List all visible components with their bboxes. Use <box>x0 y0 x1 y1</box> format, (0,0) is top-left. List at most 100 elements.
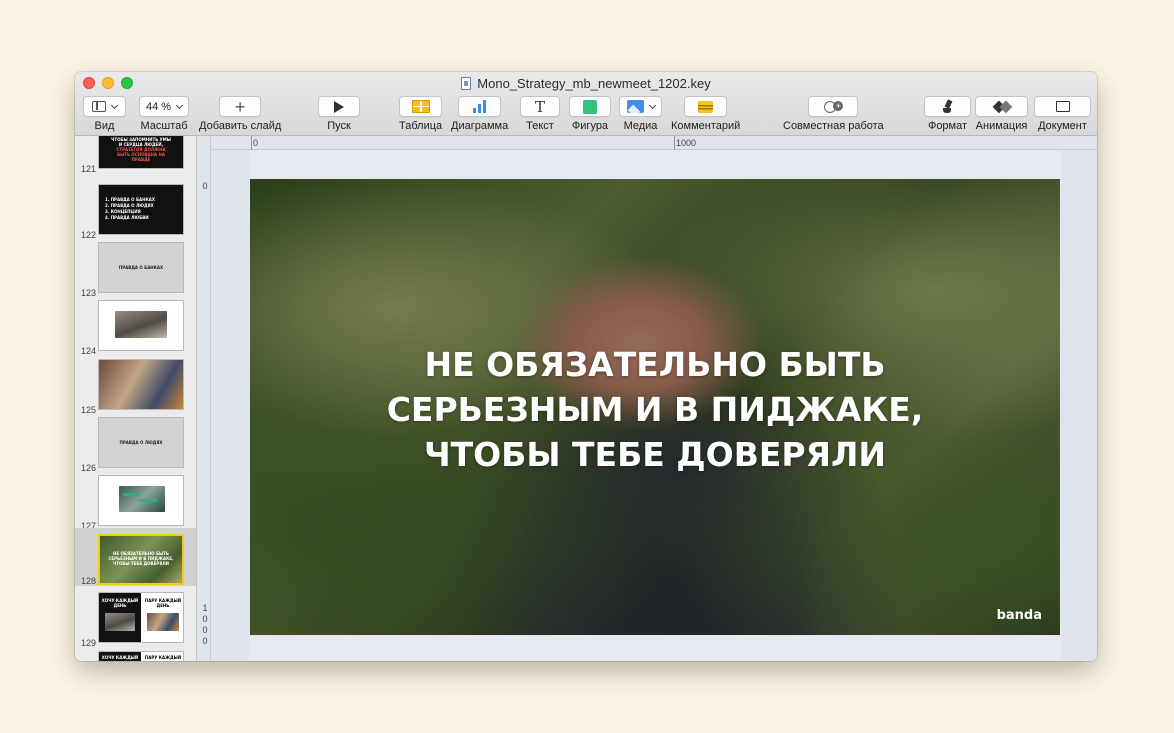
headline-line-3: ЧТОБЫ ТЕБЕ ДОВЕРЯЛИ <box>423 435 887 474</box>
window-title: Mono_Strategy_mb_newmeet_1202.key <box>75 76 1097 91</box>
add-slide-label: Добавить слайд <box>199 120 282 132</box>
format-label: Формат <box>927 120 968 132</box>
zoom-select[interactable]: 44 % <box>139 96 189 117</box>
slide-thumbnail-row[interactable]: 1. ПРАВДА О БАНКАХ 2. ПРАВДА О ЛЮДЯХ 3. … <box>75 184 196 242</box>
slide-thumbnail-128[interactable]: НЕ ОБЯЗАТЕЛЬНО БЫТЬ СЕРЬЕЗНЫМ И В ПИДЖАК… <box>98 534 184 585</box>
document-icon <box>1055 101 1070 112</box>
animate-control: Анимация <box>975 96 1028 132</box>
slide-thumbnail-row-selected[interactable]: НЕ ОБЯЗАТЕЛЬНО БЫТЬ СЕРЬЕЗНЫМ И В ПИДЖАК… <box>75 528 196 586</box>
thumb-text: ХОЧУ КАЖДЫЙ <box>101 655 139 660</box>
text-button[interactable]: T <box>520 96 560 117</box>
slide-thumbnail-129[interactable]: ХОЧУ КАЖДЫЙ ДЕНЬ ПАРУ КАЖДЫЙ ДЕНЬ <box>98 592 184 643</box>
slide-thumbnail-121[interactable]: ЧТОБЫ ЗАПОМНИТЬ УМЫ И СЕРДЦА ЛЮДЕЙ, СТРА… <box>98 136 184 169</box>
slide-number: 122 <box>81 230 97 240</box>
media-label: Медиа <box>623 120 658 132</box>
ruler-tick <box>674 136 675 150</box>
view-control: Вид <box>83 96 126 132</box>
slide-number: 126 <box>81 463 97 473</box>
document-control: Документ <box>1034 96 1091 132</box>
slide-thumbnail-124[interactable] <box>98 300 184 351</box>
slide-thumbnail-row[interactable]: ХОЧУ КАЖДЫЙ ДЕНЬ ПАРУ КАЖДЫЙ ДЕНЬ 129 <box>75 592 196 650</box>
slide-number: 123 <box>81 288 97 298</box>
chevron-down-icon <box>110 101 119 109</box>
document-label: Документ <box>1038 120 1087 132</box>
slide-thumbnail-row[interactable]: ПРАВДА О БАНКАХ 123 <box>75 242 196 300</box>
slide-thumbnail-row[interactable]: ХОЧУ КАЖДЫЙ ПАРУ КАЖДЫЙ 130 <box>75 651 196 661</box>
text-control: T Текст <box>520 96 560 132</box>
thumb-text: 4. ПРАВДА ЛЮБВИ <box>105 215 149 220</box>
zoom-control: 44 % Масштаб <box>139 96 189 132</box>
media-icon <box>626 100 644 113</box>
document-button[interactable] <box>1034 96 1091 117</box>
table-icon <box>411 100 430 113</box>
shape-control: Фигура <box>569 96 611 132</box>
slide-thumbnail-row[interactable]: ЧТОБЫ ЗАПОМНИТЬ УМЫ И СЕРДЦА ЛЮДЕЙ, СТРА… <box>75 136 196 176</box>
slide-navigator[interactable]: ЧТОБЫ ЗАПОМНИТЬ УМЫ И СЕРДЦА ЛЮДЕЙ, СТРА… <box>75 136 197 661</box>
slide-thumbnail-125[interactable] <box>98 359 184 410</box>
chevron-down-icon <box>175 101 184 109</box>
ruler-mark-0: 0 <box>253 138 259 148</box>
shape-label: Фигура <box>571 120 609 132</box>
collaboration-label: Совместная работа <box>783 120 884 132</box>
thumb-text: ПРАВДА О ЛЮДЯХ <box>119 440 163 445</box>
text-icon: T <box>534 97 545 116</box>
zoom-label: Масштаб <box>140 120 188 132</box>
table-button[interactable] <box>399 96 443 117</box>
vertical-ruler[interactable]: 0 1 0 0 0 <box>197 136 211 661</box>
add-slide-button[interactable]: + <box>219 96 262 117</box>
shape-icon <box>583 99 597 114</box>
ruler-mark-1000-digit: 0 <box>202 636 208 646</box>
slide-number: 125 <box>81 405 97 415</box>
table-label: Таблица <box>399 120 443 132</box>
slide-thumbnail-126[interactable]: ПРАВДА О ЛЮДЯХ <box>98 417 184 468</box>
ruler-mark-1000: 1000 <box>676 138 697 148</box>
slide-thumbnail-row[interactable]: 125 <box>75 359 196 417</box>
chevron-down-icon <box>648 101 656 109</box>
view-label: Вид <box>94 120 115 132</box>
thumb-text: ДЕНЬ <box>156 603 170 608</box>
animate-label: Анимация <box>975 120 1028 132</box>
slide-canvas[interactable]: НЕ ОБЯЗАТЕЛЬНО БЫТЬ СЕРЬЕЗНЫМ И В ПИДЖАК… <box>211 150 1097 661</box>
toolbar: Mono_Strategy_mb_newmeet_1202.key Вид 44… <box>75 72 1097 136</box>
thumb-photo <box>105 613 135 631</box>
keynote-doc-icon <box>461 77 472 90</box>
animate-button[interactable] <box>975 96 1028 117</box>
ruler-tick <box>251 136 252 150</box>
slide-thumbnail-row[interactable]: ПРАВДА О ЛЮДЯХ 126 <box>75 417 196 475</box>
play-control: Пуск <box>318 96 360 132</box>
thumb-label-bar <box>123 493 139 496</box>
current-slide[interactable]: НЕ ОБЯЗАТЕЛЬНО БЫТЬ СЕРЬЕЗНЫМ И В ПИДЖАК… <box>250 179 1060 635</box>
view-button[interactable] <box>83 96 126 117</box>
text-label: Текст <box>526 120 554 132</box>
shape-button[interactable] <box>569 96 611 117</box>
slide-number: 124 <box>81 346 97 356</box>
slide-thumbnail-row[interactable]: 127 <box>75 475 196 533</box>
slide-thumbnail-row[interactable]: 124 <box>75 300 196 358</box>
slide-thumbnail-127[interactable] <box>98 475 184 526</box>
slide-headline[interactable]: НЕ ОБЯЗАТЕЛЬНО БЫТЬ СЕРЬЕЗНЫМ И В ПИДЖАК… <box>250 342 1060 477</box>
horizontal-ruler[interactable]: 0 1000 <box>211 136 1097 150</box>
add-slide-control: + Добавить слайд <box>199 96 281 132</box>
banda-logo[interactable]: banda <box>997 608 1042 623</box>
format-button[interactable] <box>924 96 971 117</box>
zoom-value: 44 % <box>145 100 172 113</box>
ruler-mark-1000-digit: 1 <box>202 603 208 613</box>
media-button[interactable] <box>619 96 662 117</box>
slide-number: 129 <box>81 638 97 648</box>
collaboration-control: Совместная работа <box>783 96 884 132</box>
keynote-window: Mono_Strategy_mb_newmeet_1202.key Вид 44… <box>75 72 1097 661</box>
comment-control: Комментарий <box>671 96 740 132</box>
collaboration-button[interactable] <box>808 96 859 117</box>
thumb-text: ДЕНЬ <box>113 603 127 608</box>
play-button[interactable] <box>318 96 360 117</box>
chart-button[interactable] <box>458 96 502 117</box>
thumb-text: ЧТОБЫ ТЕБЕ ДОВЕРЯЛИ <box>112 561 169 566</box>
play-label: Пуск <box>327 120 351 132</box>
slide-thumbnail-130[interactable]: ХОЧУ КАЖДЫЙ ПАРУ КАЖДЫЙ <box>98 651 184 661</box>
slide-number: 128 <box>81 576 97 586</box>
thumb-photo <box>99 360 183 409</box>
slide-thumbnail-122[interactable]: 1. ПРАВДА О БАНКАХ 2. ПРАВДА О ЛЮДЯХ 3. … <box>98 184 184 235</box>
headline-line-2: СЕРЬЕЗНЫМ И В ПИДЖАКЕ, <box>386 390 924 429</box>
comment-button[interactable] <box>684 96 728 117</box>
slide-thumbnail-123[interactable]: ПРАВДА О БАНКАХ <box>98 242 184 293</box>
